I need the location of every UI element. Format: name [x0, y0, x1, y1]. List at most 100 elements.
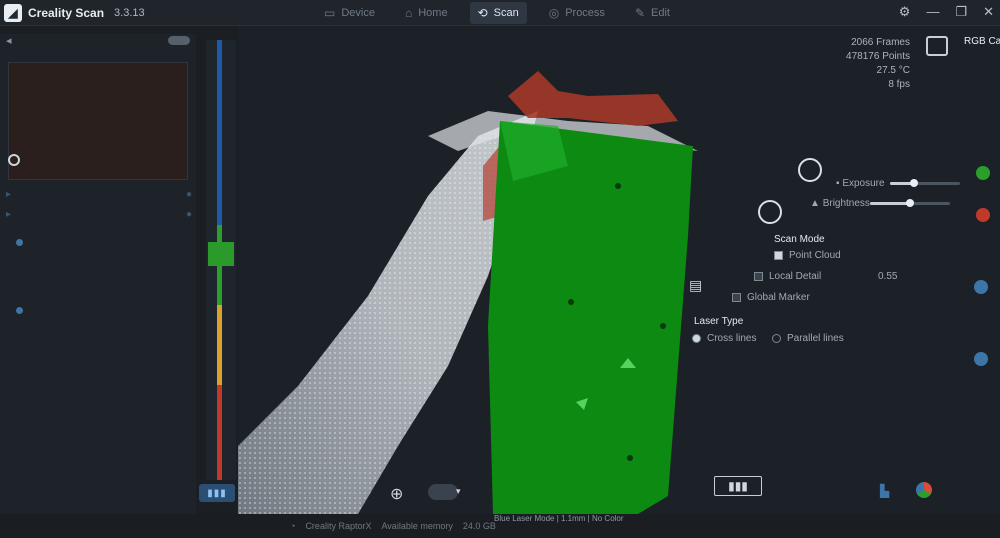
target-icon[interactable]: ⊕	[390, 484, 403, 504]
user-icon[interactable]	[974, 352, 988, 366]
record-button[interactable]	[976, 208, 990, 222]
local-detail-value[interactable]: 0.55	[878, 271, 897, 282]
global-marker-label: Global Marker	[747, 292, 810, 303]
chevron-down-icon[interactable]: ▾	[456, 486, 461, 497]
scan-stop-button[interactable]: ▮▮▮	[714, 476, 762, 496]
scan-mode-title: Scan Mode	[774, 234, 825, 245]
distance-near-segment	[217, 385, 222, 480]
color-picker-icon[interactable]	[916, 482, 932, 498]
rotate-icon[interactable]	[758, 200, 782, 224]
brightness-slider[interactable]	[870, 199, 950, 207]
cross-lines-label: Cross lines	[707, 333, 757, 344]
distance-far-segment	[217, 40, 222, 225]
local-detail-label: Local Detail	[769, 271, 822, 282]
brightness-row: ▲ Brightness	[810, 198, 870, 209]
scan-stats: 2066 Frames 478176 Points 27.5 °C 8 fps	[846, 36, 910, 92]
laser-info: Blue Laser Mode | 1.1mm | No Color	[494, 514, 624, 523]
title-bar: ◢ Creality Scan 3.3.13 ▭ Device ⌂ Home ⟲…	[0, 0, 1000, 26]
rotate-icon[interactable]	[798, 158, 822, 182]
list-item[interactable]	[6, 252, 192, 272]
distance-indicator	[206, 40, 236, 480]
list-item[interactable]	[6, 300, 192, 320]
laser-type-title: Laser Type	[694, 316, 744, 327]
app-name: Creality Scan	[28, 5, 105, 20]
status-green-icon	[976, 166, 990, 180]
exposure-row: ▪ Exposure	[836, 178, 885, 189]
tab-home[interactable]: ⌂ Home	[397, 2, 456, 24]
list-item[interactable]	[6, 232, 192, 252]
radio-icon	[16, 306, 23, 314]
brightness-fill	[870, 202, 910, 205]
global-marker-option[interactable]: Global Marker	[732, 292, 810, 303]
temperature: 27.5 °C	[876, 65, 910, 76]
tab-edit-label: Edit	[651, 7, 670, 19]
distance-mode-button[interactable]: ▮▮▮	[199, 484, 235, 502]
distance-marker	[208, 242, 234, 266]
list-item[interactable]	[6, 272, 192, 292]
tab-process-label: Process	[565, 7, 605, 19]
fps: 8 fps	[888, 79, 910, 90]
home-icon: ⌂	[404, 6, 413, 20]
minimize-icon[interactable]: —	[926, 4, 939, 20]
device-icon: ▭	[324, 6, 336, 20]
window-controls: ⚙ — ❐ ✕	[899, 4, 994, 20]
layers-icon[interactable]: ▤	[689, 277, 702, 294]
view-mode-toggle[interactable]	[428, 484, 458, 500]
camera-preview	[8, 62, 188, 180]
chevron-icon: ▸	[6, 208, 12, 220]
device-name: Creality RaptorX	[305, 521, 372, 531]
brightness-knob[interactable]	[906, 199, 914, 207]
checkbox-icon	[732, 293, 741, 302]
settings-gear-icon[interactable]: ⚙	[899, 4, 911, 20]
pause-button[interactable]	[974, 280, 988, 294]
exposure-slider[interactable]	[890, 179, 960, 187]
parallel-lines-option[interactable]: Parallel lines	[772, 333, 844, 344]
cross-lines-option[interactable]: Cross lines	[692, 333, 756, 344]
marker-dot	[627, 455, 633, 461]
restore-icon[interactable]: ❐	[955, 4, 967, 20]
left-panel-options: ▸ ● ▸ ●	[6, 184, 192, 320]
point-cloud-label: Point Cloud	[789, 250, 841, 261]
exposure-label: Exposure	[842, 178, 885, 189]
app-logo-icon: ◢	[4, 3, 22, 22]
edit-icon: ✎	[634, 6, 645, 20]
tab-home-label: Home	[418, 7, 448, 19]
tab-scan-label: Scan	[493, 7, 519, 19]
radio-icon	[692, 334, 701, 343]
unscanned-area	[508, 71, 678, 126]
close-icon[interactable]: ✕	[983, 4, 994, 20]
option-row[interactable]: ▸ ●	[6, 184, 192, 204]
record-icon[interactable]	[8, 154, 20, 166]
local-detail-option[interactable]: Local Detail	[754, 271, 821, 282]
chevron-icon: ▸	[6, 188, 12, 200]
scan-icon: ⟲	[477, 6, 488, 20]
checkbox-icon	[774, 251, 783, 260]
distance-warn-segment	[217, 305, 222, 385]
toggle-icon: ●	[185, 188, 192, 200]
camera-label: RGB Camera	[964, 36, 1000, 47]
memory-value: 24.0 GB	[462, 521, 496, 531]
exposure-knob[interactable]	[910, 179, 918, 187]
tab-scan[interactable]: ⟲ Scan	[469, 2, 527, 24]
point-cloud-option[interactable]: Point Cloud	[774, 250, 841, 261]
scan-settings-panel: ▪ Exposure ▲ Brightness Scan Mode Point …	[690, 158, 1000, 360]
tab-process[interactable]: ◎ Process	[541, 2, 613, 24]
tab-device[interactable]: ▭ Device	[316, 2, 383, 24]
radio-icon	[772, 334, 781, 343]
preview-toggle[interactable]	[168, 36, 190, 45]
frames-count: 2066 Frames	[851, 37, 910, 48]
brightness-icon: ▲	[810, 198, 823, 209]
parallel-lines-label: Parallel lines	[787, 333, 844, 344]
ruler-icon[interactable]: ▙	[880, 484, 889, 498]
tab-edit[interactable]: ✎ Edit	[627, 2, 678, 24]
option-row[interactable]: ▸ ●	[6, 204, 192, 224]
collapse-icon[interactable]: ◂	[6, 34, 12, 48]
marker-dot	[615, 183, 621, 189]
camera-toggle-button[interactable]	[926, 36, 948, 56]
radio-icon	[16, 238, 23, 246]
toggle-icon: ●	[185, 208, 192, 220]
checkbox-icon	[754, 272, 763, 281]
memory-label: Available memory	[381, 521, 453, 531]
app-version: 3.3.13	[114, 6, 145, 19]
marker-dot	[660, 323, 666, 329]
